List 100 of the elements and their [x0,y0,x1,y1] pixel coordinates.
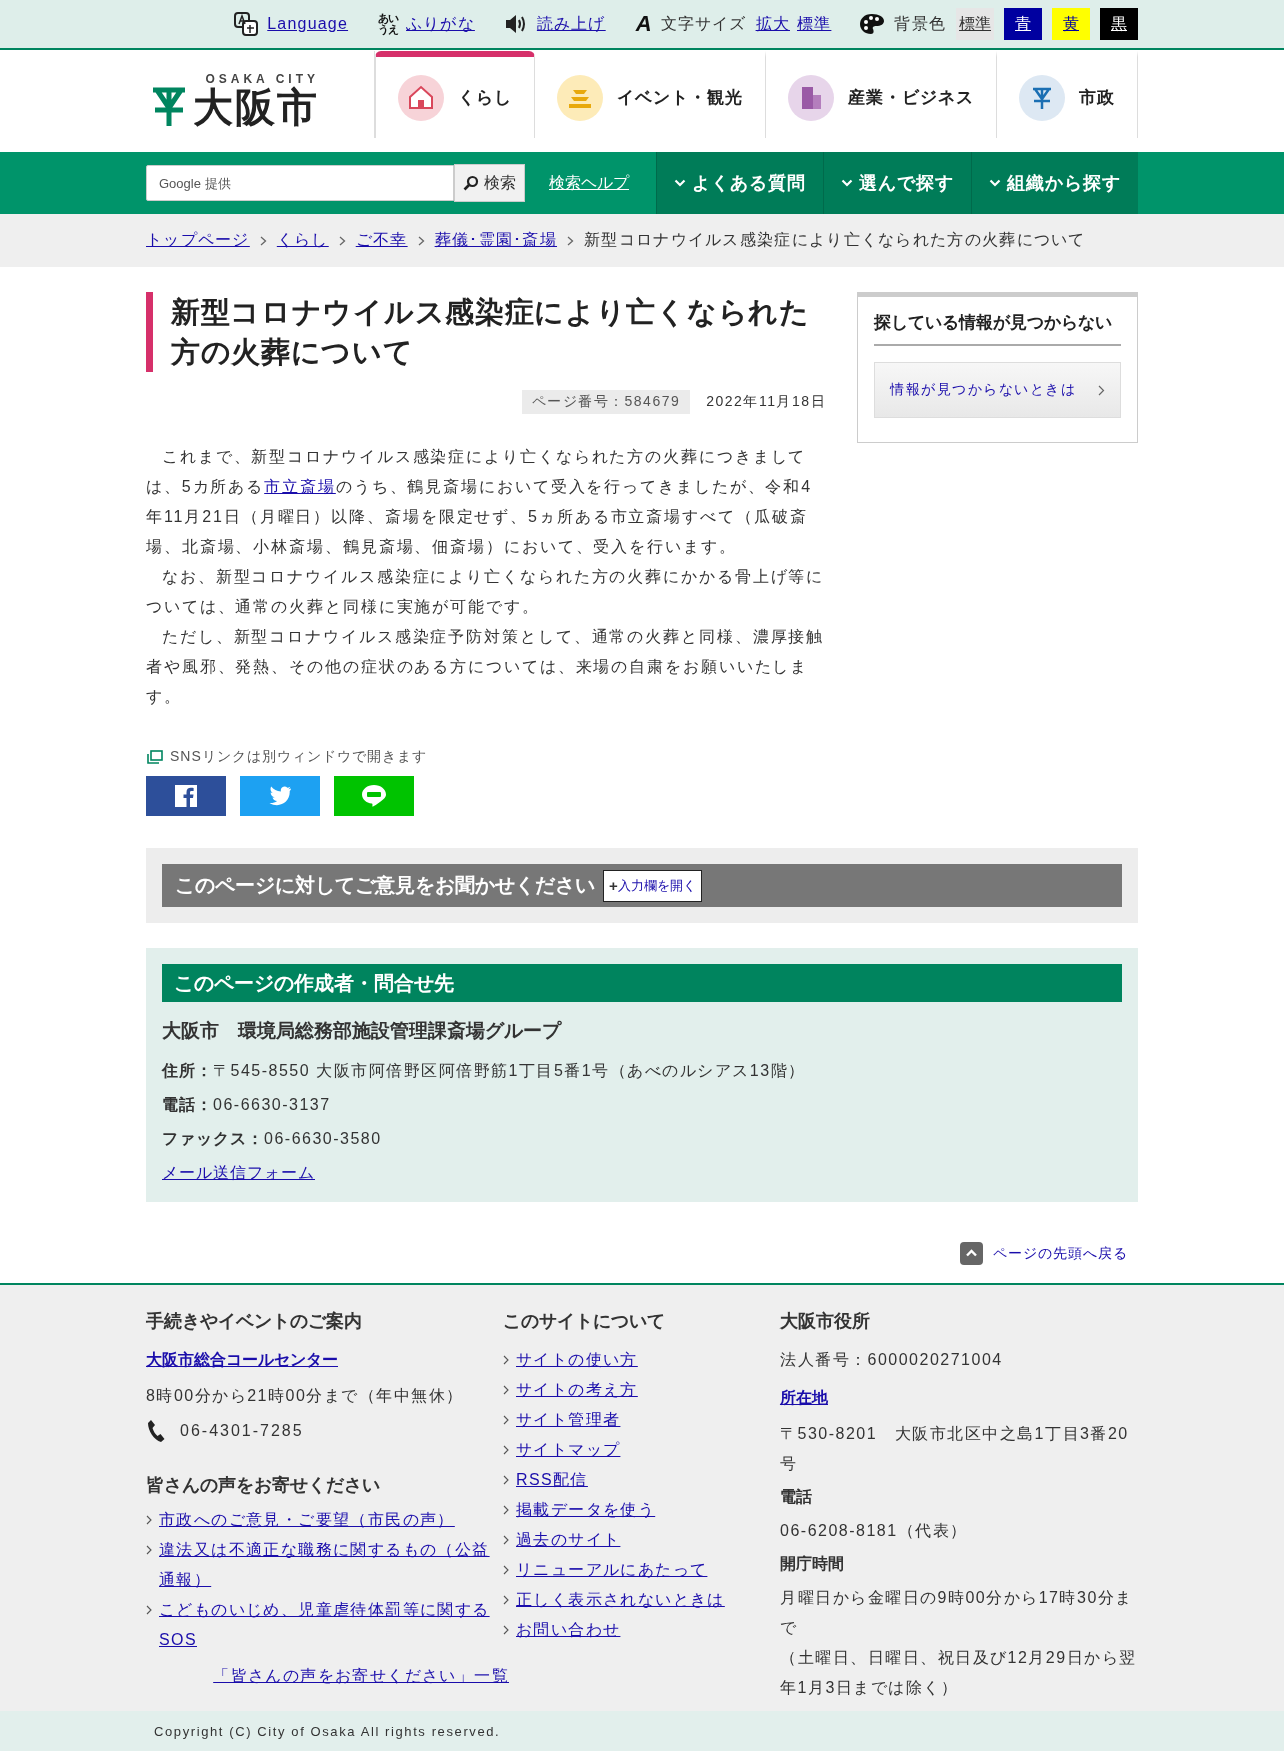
footer-link[interactable]: RSS配信 [516,1465,588,1495]
footer-heading: このサイトについて [503,1310,666,1333]
sidebar-heading: 探している情報が見つからない [874,311,1121,346]
office-phone: 06-6208-8181（代表） [780,1521,969,1541]
bird-icon [268,786,292,806]
chevron-right-icon [146,1605,152,1615]
translate-icon [233,11,260,37]
search-help-link[interactable]: 検索ヘルプ [549,172,629,194]
breadcrumb-link[interactable]: 葬儀･霊園･斎場 [434,230,558,251]
category-tab[interactable]: イベント・観光 [535,51,766,138]
open-form-button[interactable]: +入力欄を開く [603,869,702,902]
font-size-icon: A [635,13,652,35]
chevron-down-icon [989,179,1001,187]
background-color-option[interactable]: 標準 [956,8,994,40]
category-tab[interactable]: くらし [375,51,535,138]
footer-heading: 皆さんの声をお寄せください [146,1474,381,1497]
chevron-up-icon [960,1242,983,1265]
call-center-hours: 8時00分から21時00分まで（年中無休） [146,1386,465,1406]
chevron-right-icon [417,235,425,246]
facebook-share-button[interactable] [146,776,226,816]
location-link[interactable]: 所在地 [780,1383,828,1413]
footer-heading: 手続きやイベントのご案内 [146,1310,363,1333]
voices-list-link[interactable]: 「皆さんの声をお寄せください」一覧 [146,1661,509,1691]
chevron-right-icon [503,1625,509,1635]
logo-name: 大阪市 [193,86,319,128]
copyright: Copyright (C) City of Osaka All rights reserved. [153,1724,501,1739]
chevron-right-icon [1098,384,1105,396]
body-paragraph: なお、新型コロナウイルス感染症により亡くなられた方の火葬にかかる骨上げ等については、通常の火葬と同様に実施が可能です。 [146,567,826,617]
not-found-link[interactable]: 情報が見つからないときは [874,362,1121,418]
breadcrumb-link[interactable]: ご不幸 [355,230,408,251]
category-tab[interactable]: 産業・ビジネス [766,51,997,138]
footer-link[interactable]: 市政へのご意見・ご要望（市民の声） [159,1505,455,1535]
furigana-link[interactable]: ふりがな [406,13,475,35]
page-title: 新型コロナウイルス感染症により亡くなられた方の火葬について [146,292,826,372]
footer-link[interactable]: サイト管理者 [516,1405,621,1435]
chevron-down-icon [841,179,853,187]
chevron-down-icon [674,179,686,187]
footer-link[interactable]: 過去のサイト [516,1525,621,1555]
footer-link[interactable]: リニューアルにあたって [516,1555,708,1585]
breadcrumb-link[interactable]: くらし [276,230,329,251]
phone-icon [146,1419,166,1443]
language-link[interactable]: Language [267,15,349,33]
city-emblem-icon [151,86,187,128]
chevron-right-icon [338,235,346,246]
contact-detail: 住所：〒545-8550 大阪市阿倍野区阿倍野筋1丁目5番1号（あべのルシアス13階） [162,1061,807,1081]
office-hours: 月曜日から金曜日の9時00分から17時30分まで [780,1588,1134,1638]
chevron-right-icon [146,1545,152,1555]
chevron-right-icon [503,1385,509,1395]
hours-heading: 開庁時間 [780,1554,845,1574]
palette-icon [859,13,886,35]
search-button[interactable]: 検索 [454,164,525,202]
background-color-label: 背景色 [894,13,946,34]
footer-heading: 大阪市役所 [780,1310,871,1333]
new-window-icon [146,749,163,765]
contact-heading: このページの作成者・問合せ先 [162,964,1122,1002]
office-address: 〒530-8201 大阪市北区中之島1丁目3番20号 [780,1424,1130,1474]
call-center-phone: 06-4301-7285 [180,1422,304,1440]
contact-detail: ファックス：06-6630-3580 [162,1129,383,1149]
footer-link[interactable]: サイトの考え方 [516,1375,638,1405]
search-icon [463,175,479,191]
footer-link[interactable]: 正しく表示されないときは [516,1585,725,1615]
footer-link[interactable]: サイトの使い方 [516,1345,638,1375]
contact-detail: 電話：06-6630-3137 [162,1095,332,1115]
line-share-button[interactable] [334,776,414,816]
search-field[interactable]: Google 提供 [146,165,454,201]
footer-link[interactable]: サイトマップ [516,1435,621,1465]
background-color-option[interactable]: 黄 [1052,8,1090,40]
chevron-right-icon [503,1595,509,1605]
chevron-right-icon [146,1515,152,1525]
mail-form-link[interactable]: メール送信フォーム [162,1156,315,1190]
twitter-share-button[interactable] [240,776,320,816]
call-center-link[interactable]: 大阪市総合コールセンター [146,1345,338,1375]
office-hours: （土曜日、日曜日、祝日及び12月29日から翌年1月3日までは除く） [780,1648,1138,1698]
breadcrumb-link[interactable]: トップページ [146,230,250,251]
font-size-link[interactable]: 標準 [797,13,832,35]
background-color-option[interactable]: 青 [1004,8,1042,40]
opinion-title: このページに対してご意見をお聞かせください [175,873,595,898]
chevron-right-icon [503,1475,509,1485]
chevron-right-icon [503,1565,509,1575]
corporate-number: 法人番号：6000020271004 [780,1350,1004,1370]
footer-link[interactable]: こどものいじめ、児童虐待体罰等に関するSOS [159,1595,503,1655]
chevron-right-icon [259,235,267,246]
logo-subtitle: OSAKA CITY [205,72,319,86]
chevron-right-icon [503,1535,509,1545]
footer-link[interactable]: お問い合わせ [516,1615,621,1645]
back-to-top-link[interactable]: ページの先頭へ戻る [960,1242,1128,1265]
page-number: ページ番号：584679 [521,390,691,414]
category-tab[interactable]: 市政 [997,51,1138,138]
read-aloud-link[interactable]: 読み上げ [536,13,606,35]
inline-link[interactable]: 市立斎場 [264,478,336,495]
background-color-option[interactable]: 黒 [1100,8,1138,40]
sns-note: SNSリンクは別ウィンドウで開きます [170,748,427,766]
footer-link[interactable]: 違法又は不適正な職務に関するもの（公益通報） [159,1535,503,1595]
chevron-right-icon [503,1505,509,1515]
body-paragraph: ただし、新型コロナウイルス感染症予防対策として、通常の火葬と同様、濃厚接触者や風邪、発熱、その他の症状のある方については、来場の自粛をお願いいたします。 [146,627,826,707]
breadcrumb-current: 新型コロナウイルス感染症により亡くなられた方の火葬について [584,230,1086,250]
font-size-link[interactable]: 拡大 [755,13,790,35]
chevron-right-icon [503,1445,509,1455]
footer-link[interactable]: 掲載データを使う [516,1495,656,1525]
update-date: 2022年11月18日 [706,393,826,411]
